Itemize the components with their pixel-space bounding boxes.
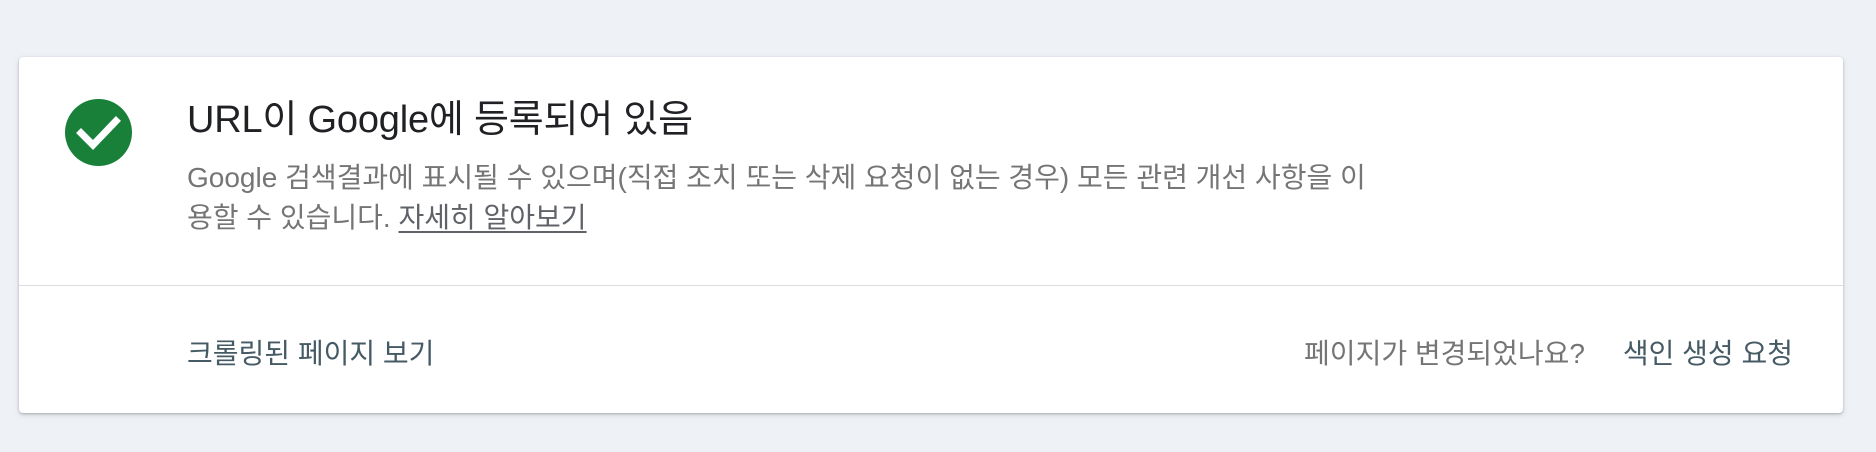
actions-bar: 크롤링된 페이지 보기 페이지가 변경되었나요? 색인 생성 요청 — [19, 286, 1843, 413]
check-circle-icon — [65, 99, 132, 166]
request-indexing-button[interactable]: 색인 생성 요청 — [1623, 336, 1793, 372]
status-description: Google 검색결과에 표시될 수 있으며(직접 조치 또는 삭제 요청이 없… — [187, 158, 1387, 238]
status-section: URL이 Google에 등록되어 있음 Google 검색결과에 표시될 수 … — [19, 57, 1843, 285]
status-description-text: Google 검색결과에 표시될 수 있으며(직접 조치 또는 삭제 요청이 없… — [187, 162, 1366, 233]
url-status-card: URL이 Google에 등록되어 있음 Google 검색결과에 표시될 수 … — [19, 57, 1843, 413]
view-crawled-page-button[interactable]: 크롤링된 페이지 보기 — [187, 336, 434, 372]
learn-more-link[interactable]: 자세히 알아보기 — [398, 202, 586, 233]
status-title: URL이 Google에 등록되어 있음 — [187, 99, 693, 141]
page-changed-question: 페이지가 변경되었나요? — [1304, 338, 1585, 369]
